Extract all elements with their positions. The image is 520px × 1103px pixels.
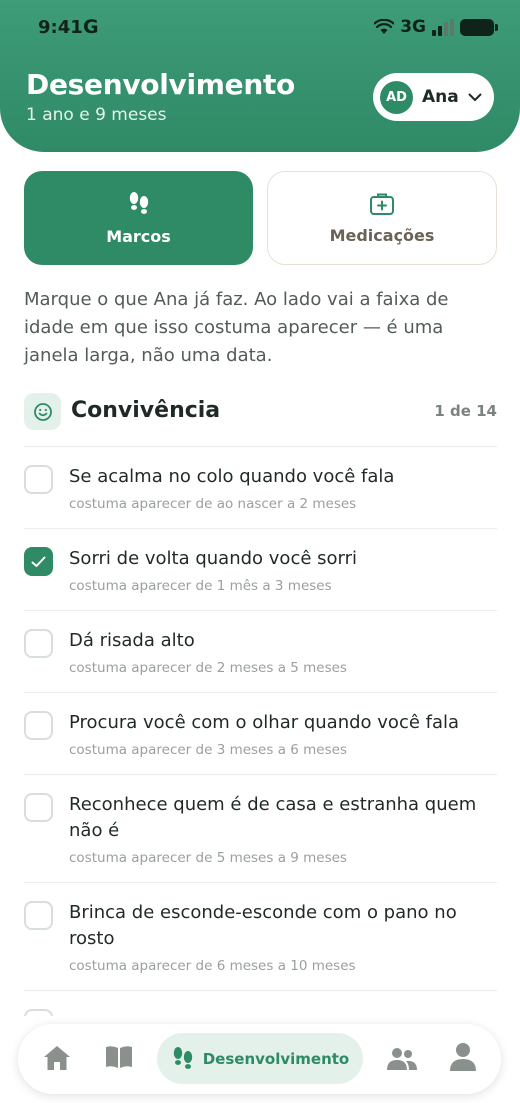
nav-desenvolvimento[interactable]: Desenvolvimento xyxy=(157,1033,363,1084)
group-icon[interactable] xyxy=(386,1046,418,1072)
footprints-icon xyxy=(129,191,148,214)
status-time: 9:41 xyxy=(38,17,83,38)
milestone-title: Sorri de volta quando você sorri xyxy=(69,548,358,569)
milestone-age-range: costuma aparecer de 2 meses a 5 meses xyxy=(69,660,347,676)
tab-medicacoes-label: Medicações xyxy=(329,225,435,245)
checkbox[interactable] xyxy=(24,629,53,658)
carrier-logo: G xyxy=(83,16,99,38)
milestone-list: Se acalma no colo quando você fala costu… xyxy=(24,446,497,1016)
section-header: Convivência 1 de 14 xyxy=(24,393,497,431)
profile-switcher[interactable]: AD Ana xyxy=(373,73,494,121)
status-indicators: 3G xyxy=(374,17,498,37)
chevron-down-icon xyxy=(468,93,482,101)
milestone-item[interactable]: Se acalma no colo quando você fala costu… xyxy=(24,446,497,528)
medkit-icon xyxy=(370,193,394,215)
milestone-item[interactable]: Dá risada alto costuma aparecer de 2 mes… xyxy=(24,610,497,692)
milestone-item[interactable]: Reconhece quem é de casa e estranha quem… xyxy=(24,774,497,882)
milestone-age-range: costuma aparecer de 5 meses a 9 meses xyxy=(69,850,347,866)
section-progress: 1 de 14 xyxy=(434,402,497,420)
person-icon[interactable] xyxy=(449,1042,477,1072)
milestone-age-range: costuma aparecer de 3 meses a 6 meses xyxy=(69,742,347,758)
network-type: 3G xyxy=(400,17,426,37)
status-bar: 9:41 G 3G xyxy=(0,0,520,56)
nav-desenvolvimento-label: Desenvolvimento xyxy=(202,1049,350,1068)
milestone-age-range: costuma aparecer de 1 mês a 3 meses xyxy=(69,578,332,594)
page-title: Desenvolvimento xyxy=(26,68,295,101)
wifi-icon xyxy=(374,19,395,34)
checkmark-icon xyxy=(31,556,46,567)
milestone-title: Dá risada alto xyxy=(69,630,195,651)
checkbox[interactable] xyxy=(24,1009,53,1016)
milestone-item[interactable]: Procura você com o olhar quando você fal… xyxy=(24,692,497,774)
checkbox[interactable] xyxy=(24,711,53,740)
checkbox[interactable] xyxy=(24,793,53,822)
bottom-nav: Desenvolvimento xyxy=(18,1024,501,1094)
avatar: AD xyxy=(380,80,413,114)
child-age: 1 ano e 9 meses xyxy=(26,105,167,125)
milestone-title: Brinca de esconde-esconde com o pano no … xyxy=(69,902,457,949)
smiley-icon xyxy=(24,393,61,430)
milestone-title: Procura você com o olhar quando você fal… xyxy=(69,712,460,733)
milestone-age-range: costuma aparecer de ao nascer a 2 meses xyxy=(69,496,357,512)
milestone-title: Reconhece quem é de casa e estranha quem… xyxy=(69,794,477,841)
checkbox-checked[interactable] xyxy=(24,547,53,576)
milestone-item-partial[interactable] xyxy=(24,990,497,1016)
milestone-age-range: costuma aparecer de 6 meses a 10 meses xyxy=(69,958,356,974)
checkbox[interactable] xyxy=(24,465,53,494)
milestone-item[interactable]: Sorri de volta quando você sorri costuma… xyxy=(24,528,497,610)
battery-icon xyxy=(460,18,498,36)
milestone-item[interactable]: Brinca de esconde-esconde com o pano no … xyxy=(24,882,497,990)
signal-icon xyxy=(432,18,454,36)
footprints-icon xyxy=(173,1046,192,1069)
intro-text: Marque o que Ana já faz. Ao lado vai a f… xyxy=(24,289,449,366)
tab-medicacoes[interactable]: Medicações xyxy=(267,171,497,265)
checkbox[interactable] xyxy=(24,901,53,930)
app-header: 9:41 G 3G Desenvolvimento 1 ano e 9 mese… xyxy=(0,0,520,152)
milestone-title: Se acalma no colo quando você fala xyxy=(69,466,395,487)
home-icon[interactable] xyxy=(42,1044,72,1072)
tab-marcos-label: Marcos xyxy=(106,226,171,246)
tab-marcos[interactable]: Marcos xyxy=(24,171,253,265)
section-title: Convivência xyxy=(71,398,221,423)
profile-name: Ana xyxy=(422,87,459,107)
book-icon[interactable] xyxy=(104,1044,134,1070)
